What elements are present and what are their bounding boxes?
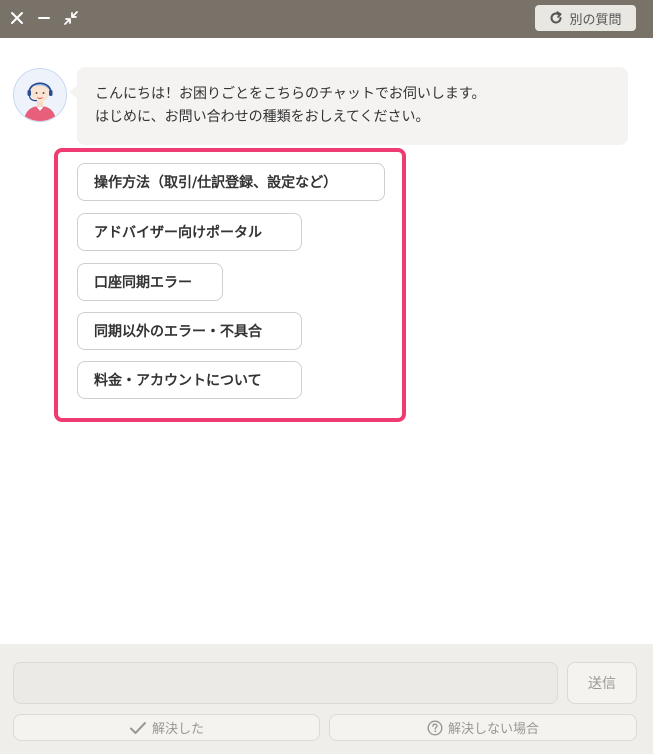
resolved-button[interactable]: 解決した <box>13 714 320 741</box>
title-bar: 別の質問 <box>0 0 653 38</box>
bot-message-line: はじめに、お問い合わせの種類をおしえてください。 <box>95 109 430 125</box>
option-label: アドバイザー向けポータル <box>94 225 262 241</box>
new-question-label: 別の質問 <box>569 12 622 28</box>
bot-message-line: こんにちは！お困りごとをこちらのチャットでお伺いします。 <box>95 86 486 102</box>
refresh-icon <box>551 11 562 24</box>
option-other-errors[interactable]: 同期以外のエラー・不具合 <box>77 312 302 350</box>
minimize-icon[interactable] <box>34 8 54 28</box>
check-icon <box>129 721 146 734</box>
bubble-tail <box>69 86 77 98</box>
help-circle-icon <box>427 719 443 736</box>
option-label: 操作方法（取引/仕訳登録、設定など） <box>94 175 338 191</box>
bot-message-bubble: こんにちは！お困りごとをこちらのチャットでお伺いします。 はじめに、お問い合わせ… <box>77 67 628 145</box>
option-label: 料金・アカウントについて <box>94 373 262 389</box>
chat-window: 別の質問 こんにちは！お困りごとをこちらのチャットでお伺いします。 はじめに、お… <box>0 0 653 754</box>
new-question-button[interactable]: 別の質問 <box>535 5 636 31</box>
option-account-sync-error[interactable]: 口座同期エラー <box>77 263 223 301</box>
unresolved-button[interactable]: 解決しない場合 <box>329 714 637 741</box>
message-input[interactable] <box>13 662 558 704</box>
send-button[interactable]: 送信 <box>567 662 637 704</box>
shrink-icon[interactable] <box>61 8 81 28</box>
unresolved-label: 解決しない場合 <box>447 722 539 737</box>
option-label: 同期以外のエラー・不具合 <box>94 324 262 340</box>
option-advisor-portal[interactable]: アドバイザー向けポータル <box>77 213 302 251</box>
operator-avatar <box>13 68 67 122</box>
resolved-label: 解決した <box>151 722 204 737</box>
send-label: 送信 <box>588 676 616 692</box>
option-operation-method[interactable]: 操作方法（取引/仕訳登録、設定など） <box>77 163 385 201</box>
option-label: 口座同期エラー <box>94 275 192 291</box>
close-icon[interactable] <box>7 8 27 28</box>
option-pricing-account[interactable]: 料金・アカウントについて <box>77 361 302 399</box>
